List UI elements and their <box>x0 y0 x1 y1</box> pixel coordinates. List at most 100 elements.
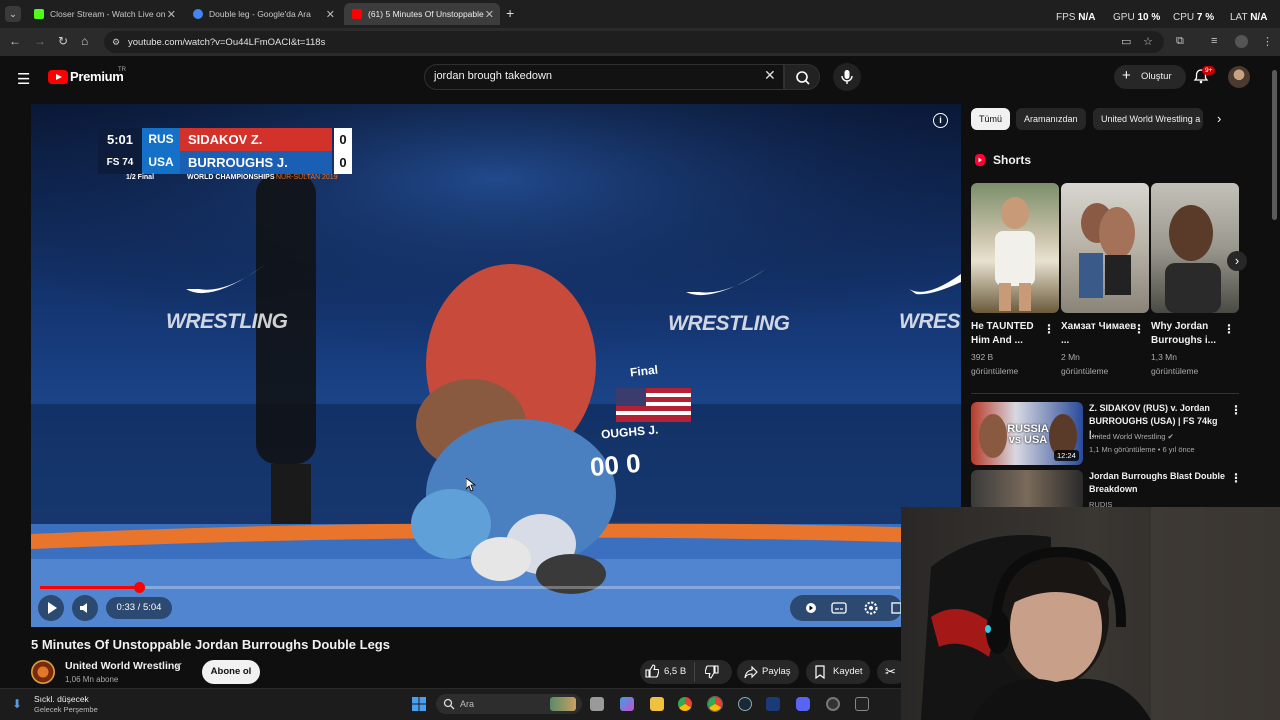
video-thumbnail[interactable]: RUSSIA vs USA 12:24 <box>971 402 1083 465</box>
more-options-icon[interactable]: ⋮ <box>1230 471 1242 485</box>
browser-menu-icon[interactable]: ⋮ <box>1262 35 1273 48</box>
short-title[interactable]: Why Jordan Burroughs i... <box>1151 320 1227 348</box>
new-tab-button[interactable]: + <box>506 5 514 21</box>
search-highlight-icon <box>550 697 576 711</box>
verified-badge-icon: ✔ <box>1167 432 1174 441</box>
obs-icon[interactable] <box>826 697 840 711</box>
info-icon[interactable]: i <box>933 113 948 128</box>
play-button[interactable] <box>38 595 64 621</box>
plus-icon: + <box>1122 67 1131 84</box>
score-red: 0 <box>334 128 352 151</box>
tab-youtube-video[interactable]: (61) 5 Minutes Of Unstoppable ✕ <box>344 3 500 25</box>
cast-icon[interactable]: ▭ <box>1121 35 1131 48</box>
tab-google-search[interactable]: Double leg - Google'da Ara ✕ <box>185 3 341 25</box>
subtitles-icon[interactable] <box>831 601 847 615</box>
short-title[interactable]: He TAUNTED Him And ... <box>971 320 1047 348</box>
like-button[interactable] <box>645 664 660 683</box>
code-editor-icon[interactable] <box>766 697 780 711</box>
back-arrow-icon[interactable]: ← <box>9 34 21 48</box>
voice-search-button[interactable] <box>833 63 861 91</box>
short-thumbnail-image <box>1079 203 1135 298</box>
shorts-next-button[interactable]: › <box>1227 251 1247 271</box>
extensions-icon[interactable]: ⧉ <box>1176 35 1184 48</box>
tab-search-dropdown-icon[interactable]: ⌄ <box>5 6 21 22</box>
short-title[interactable]: Хамзат Чимаев ... <box>1061 320 1137 348</box>
webcam-feed <box>901 507 1280 720</box>
autoplay-toggle-icon[interactable] <box>803 601 819 615</box>
video-duration-badge: 12:24 <box>1054 450 1079 461</box>
settings-gear-icon[interactable] <box>863 600 879 616</box>
chevron-right-icon[interactable]: › <box>1217 111 1221 126</box>
bookmark-star-icon[interactable]: ☆ <box>1143 35 1153 48</box>
dislike-button[interactable] <box>704 665 719 684</box>
chrome-active-icon[interactable] <box>707 696 723 712</box>
channel-avatar[interactable] <box>31 660 55 684</box>
shorts-heading: Shorts <box>993 153 1032 167</box>
chip-united-world-wrestling[interactable]: United World Wrestling a <box>1093 108 1203 130</box>
discord-icon[interactable] <box>796 697 810 711</box>
url-text[interactable]: youtube.com/watch?v=Ou44LFmOACI&t=118s <box>128 37 325 48</box>
related-video-title[interactable]: Jordan Burroughs Blast Double Breakdown <box>1089 470 1229 496</box>
copilot-icon[interactable] <box>620 697 634 711</box>
tab-closer-stream[interactable]: Closer Stream - Watch Live on ✕ <box>26 3 182 25</box>
channel-name[interactable]: United World Wrestling <box>65 660 181 672</box>
task-view-icon[interactable] <box>590 697 604 711</box>
search-input-value[interactable]: jordan brough takedown <box>434 70 552 82</box>
subscribe-button[interactable]: Abone ol <box>202 660 260 684</box>
hud-lat: LAT N/A <box>1230 12 1268 23</box>
menu-icon[interactable]: ☰ <box>17 70 30 88</box>
close-tab-icon[interactable]: ✕ <box>326 8 335 21</box>
more-options-icon[interactable]: ⋮ <box>1043 322 1055 336</box>
close-tab-icon[interactable]: ✕ <box>167 8 176 21</box>
match-clock: 5:01 <box>98 128 142 151</box>
kick-favicon-icon <box>34 9 44 19</box>
volume-button[interactable] <box>72 595 98 621</box>
short-thumbnail[interactable] <box>1151 183 1239 313</box>
clear-search-icon[interactable]: ✕ <box>764 67 776 84</box>
home-icon[interactable]: ⌂ <box>81 34 88 48</box>
short-thumbnail[interactable] <box>971 183 1059 313</box>
google-favicon-icon <box>193 9 203 19</box>
forward-arrow-icon[interactable]: → <box>34 34 46 48</box>
progress-bar[interactable] <box>40 586 900 589</box>
chrome-icon[interactable] <box>678 697 692 711</box>
tab-title: (61) 5 Minutes Of Unstoppable <box>368 9 484 19</box>
file-explorer-icon[interactable] <box>650 697 664 711</box>
chip-from-your-search[interactable]: Aramanızdan <box>1016 108 1086 130</box>
steam-icon[interactable] <box>738 697 752 711</box>
wrestler-name-red: SIDAKOV Z. <box>180 128 332 151</box>
background-round-text: Final <box>629 362 659 380</box>
more-options-icon[interactable]: ⋮ <box>1133 322 1145 336</box>
weather-icon[interactable]: ⬇ <box>12 697 22 711</box>
share-label: Paylaş <box>762 666 791 677</box>
scissors-icon: ✂ <box>885 664 896 679</box>
chip-all[interactable]: Tümü <box>971 108 1011 130</box>
like-count: 6,5 B <box>664 666 687 677</box>
media-controls-icon[interactable]: ≡ <box>1211 35 1217 47</box>
windows-start-icon[interactable] <box>411 696 427 712</box>
mouse-cursor-icon <box>466 478 476 492</box>
miniplayer-icon[interactable] <box>891 601 901 615</box>
reload-icon[interactable]: ↻ <box>58 34 68 48</box>
weather-widget-title[interactable]: Sıckl. düşecek <box>34 694 89 704</box>
more-options-icon[interactable]: ⋮ <box>1230 403 1242 417</box>
account-avatar[interactable] <box>1228 66 1250 88</box>
microphone-icon <box>841 70 853 84</box>
short-thumbnail[interactable] <box>1061 183 1149 313</box>
scoreboard-overlay: 5:01 FS 74 RUS USA SIDAKOV Z. BURROUGHS … <box>98 128 354 184</box>
epic-games-icon[interactable] <box>855 697 869 711</box>
youtube-logo-icon[interactable] <box>48 70 68 84</box>
weight-class: FS 74 <box>98 151 142 174</box>
wrestling-watermark: WRESTLING <box>166 310 288 333</box>
close-tab-icon[interactable]: ✕ <box>485 8 494 21</box>
site-info-icon[interactable]: ⚙ <box>112 37 120 48</box>
profile-avatar-icon[interactable] <box>1235 35 1248 48</box>
search-button[interactable] <box>784 64 820 90</box>
tab-title: Closer Stream - Watch Live on <box>50 9 166 19</box>
youtube-premium-logo[interactable]: Premium <box>70 69 124 84</box>
play-icon <box>48 602 57 614</box>
page-scrollbar[interactable] <box>1272 70 1277 220</box>
progress-scrubber-handle[interactable] <box>133 582 145 593</box>
video-thumbnail[interactable] <box>971 470 1083 510</box>
more-options-icon[interactable]: ⋮ <box>1223 322 1235 336</box>
